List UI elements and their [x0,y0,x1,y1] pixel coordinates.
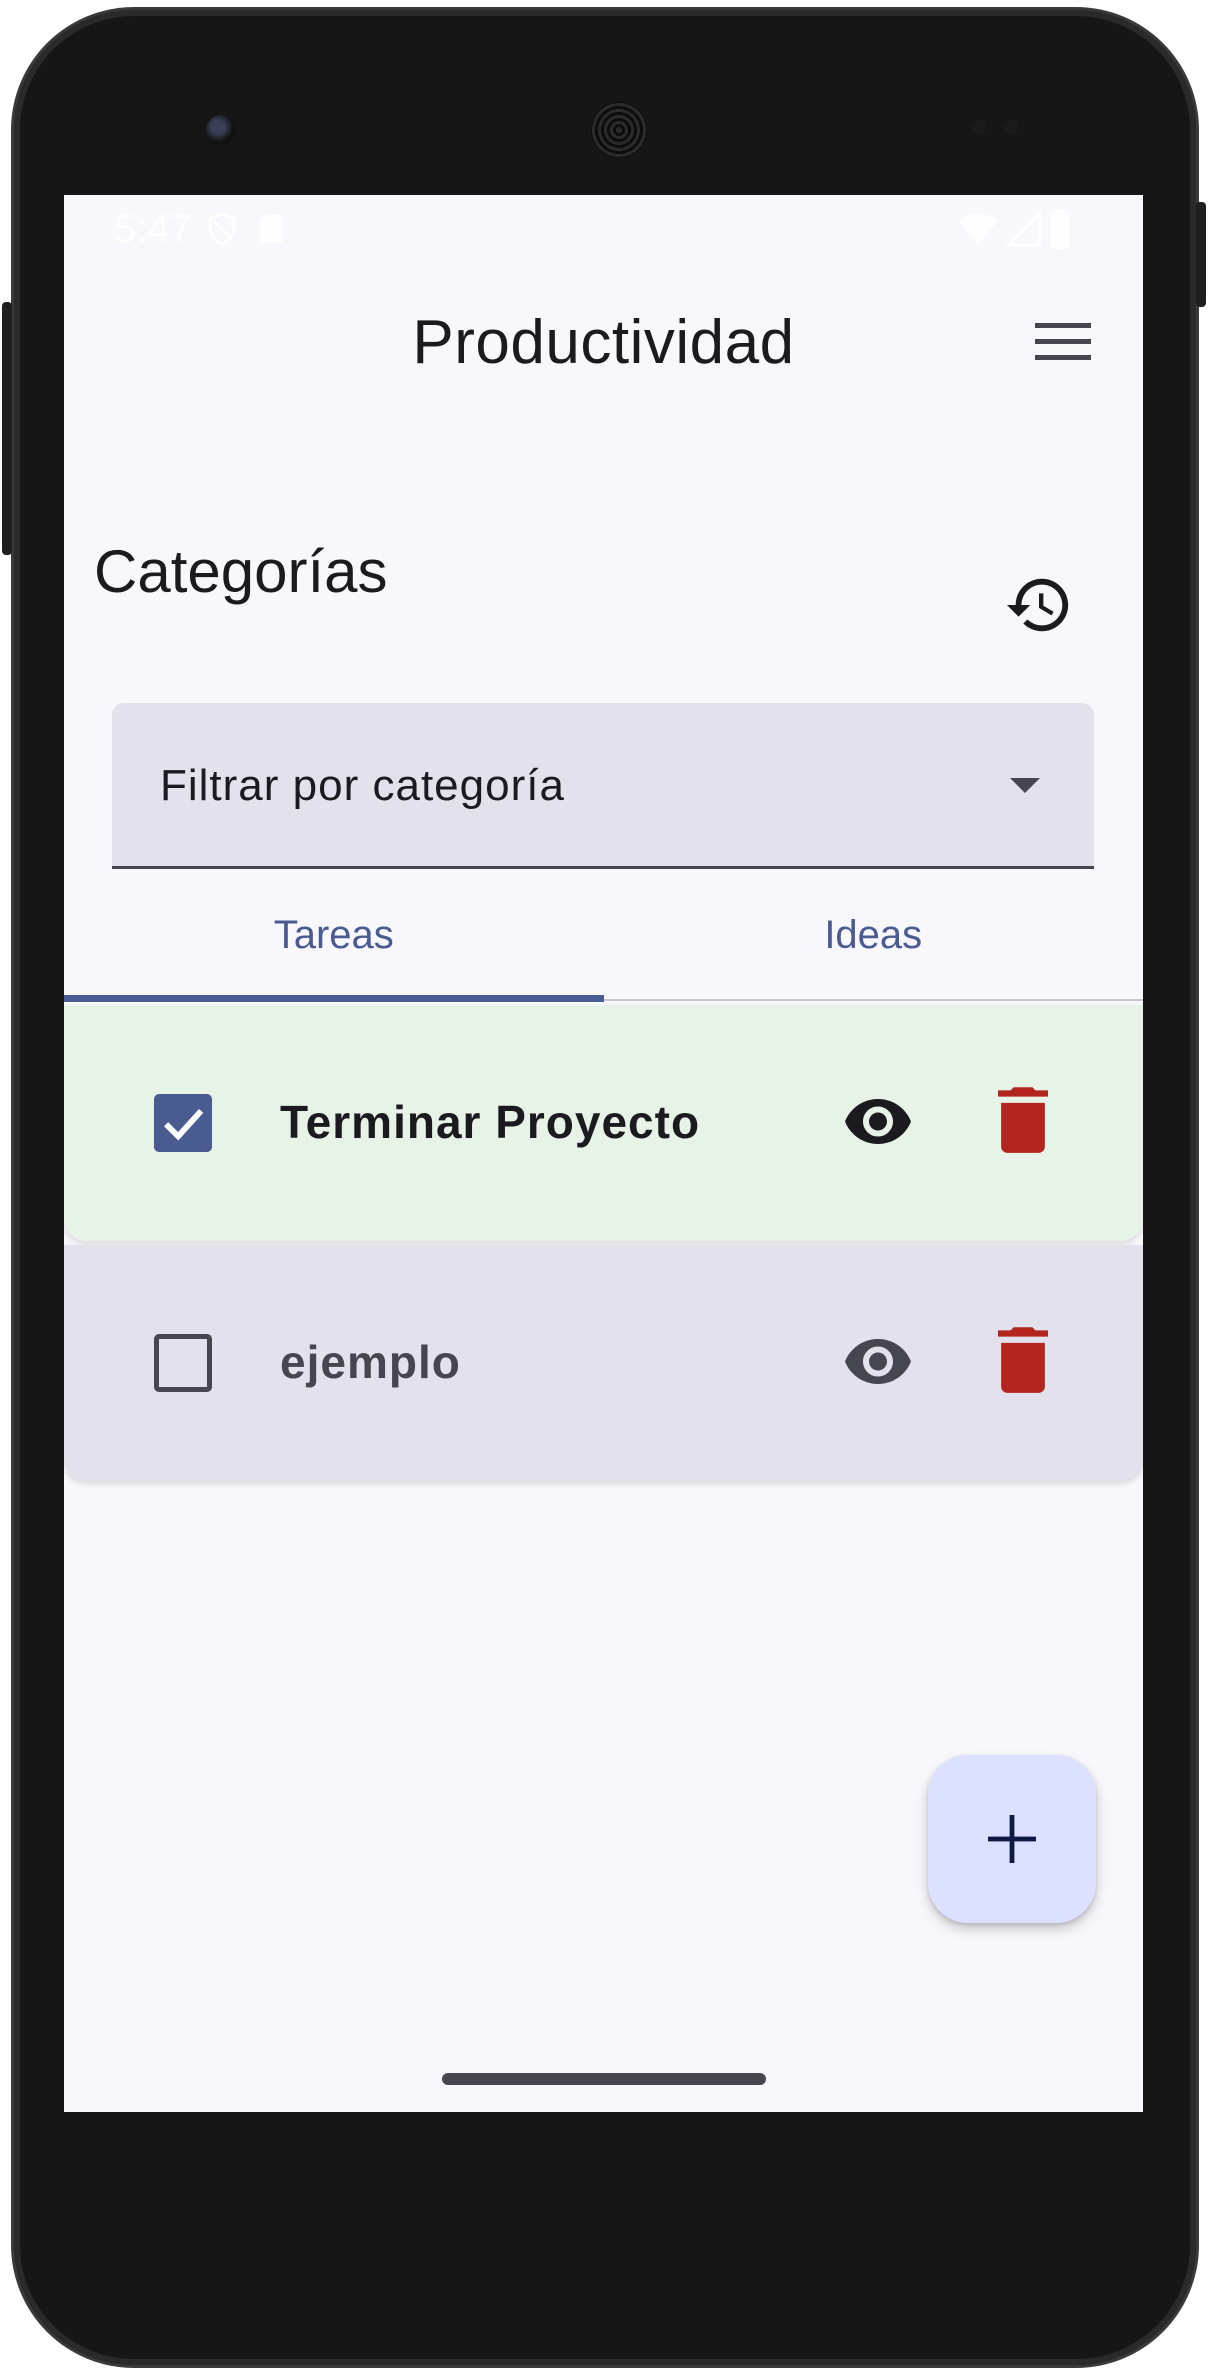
shield-icon [208,212,236,246]
plus-icon [988,1815,1036,1863]
tab-ideas[interactable]: Ideas [604,873,1144,999]
status-icons-left [204,209,288,249]
category-filter-label: Filtrar por categoría [160,761,565,810]
app-screen: 5:47 Productividad Categorías Filtrar po… [64,195,1143,2112]
task-row: Terminar Proyecto [64,1005,1143,1241]
add-task-button[interactable] [928,1755,1096,1923]
volume-button [2,302,12,555]
sd-card-icon [260,214,283,244]
history-icon[interactable] [1004,570,1074,640]
tab-tareas[interactable]: Tareas [64,873,604,999]
status-bar: 5:47 [64,195,1143,267]
menu-icon[interactable] [1035,321,1091,363]
dropdown-arrow-icon [1010,778,1040,793]
proximity-sensor [972,120,986,134]
task-row: ejemplo [64,1245,1143,1481]
task-checkbox[interactable] [154,1094,212,1152]
view-eye-icon[interactable] [842,1333,914,1393]
task-title: Terminar Proyecto [280,1096,701,1148]
signal-icon [1003,209,1041,247]
app-bar: Productividad [64,267,1143,407]
tab-bar: Tareas Ideas [64,873,1144,1002]
task-checkbox[interactable] [154,1334,212,1392]
tab-indicator [64,995,604,1002]
power-button [1196,202,1206,307]
view-eye-icon[interactable] [842,1093,914,1153]
category-filter-dropdown[interactable]: Filtrar por categoría [112,703,1094,869]
battery-icon [1050,209,1070,249]
delete-trash-icon[interactable] [998,1327,1048,1393]
gesture-navigation-bar[interactable] [442,2073,766,2085]
app-title: Productividad [412,308,795,377]
wifi-icon [958,214,999,244]
delete-trash-icon[interactable] [998,1087,1048,1153]
check-icon [164,1108,204,1141]
task-title: ejemplo [280,1336,461,1388]
earpiece-speaker [591,102,647,158]
status-time: 5:47 [114,207,192,251]
light-sensor [1004,120,1018,134]
section-title: Categorías [94,538,388,605]
status-icons-right [956,209,1073,249]
front-camera [206,115,236,145]
